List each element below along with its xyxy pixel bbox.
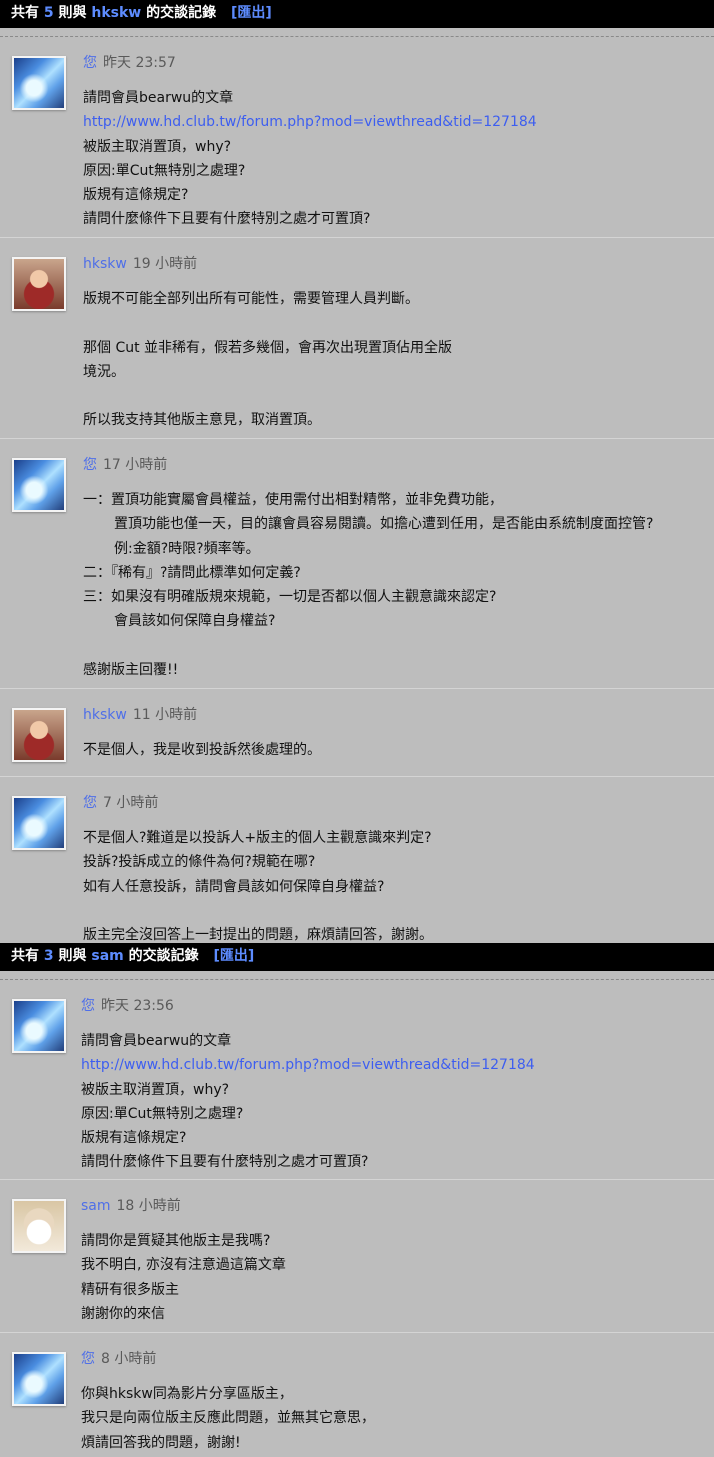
message-item: 您昨天 23:57 請問會員bearwu的文章 http://www.hd.cl…	[0, 37, 714, 238]
message-line: 版規有這條規定?	[83, 187, 189, 204]
conversation-section-sam: 共有 3 則與 sam 的交談記錄 [匯出] 您昨天 23:56 請問會員bea…	[0, 943, 714, 1455]
message-line: 如有人任意投訴，請問會員該如何保障自身權益?	[83, 878, 385, 895]
message-time: 7 小時前	[103, 795, 159, 811]
message-line: 境況。	[83, 363, 125, 380]
message-time: 19 小時前	[132, 256, 198, 272]
conversation-section-hkskw: 共有 5 則與 hkskw 的交談記錄 [匯出] 您昨天 23:57 請問會員b…	[0, 0, 714, 943]
message-line: 你與hkskw同為影片分享區版主，	[81, 1386, 293, 1402]
message-line: 請問什麼條件下且要有什麼特別之處才可置頂?	[81, 1154, 369, 1171]
message-line: 感謝版主回覆!!	[83, 662, 179, 679]
message-item: sam 18 小時前 請問你是質疑其他版主是我嗎? 我不明白, 亦沒有注意過這篇文…	[0, 1180, 714, 1333]
conversation-header: 共有 5 則與 hkskw 的交談記錄 [匯出]	[0, 0, 714, 28]
message-line: 謝謝你的來信	[81, 1305, 165, 1322]
message-line: 三：如果沒有明確版規來規範，一切是否都以個人主觀意識來認定?	[83, 589, 497, 606]
avatar[interactable]	[12, 458, 66, 512]
sender-name[interactable]: hkskw	[83, 707, 127, 723]
message-line: 煩請回答我的問題，謝謝!	[81, 1434, 241, 1451]
message-line: 原因:單Cut無特別之處理?	[83, 162, 246, 179]
message-time: 18 小時前	[116, 1198, 181, 1214]
message-count: 3	[43, 948, 54, 964]
message-line: 一：置頂功能實屬會員權益，使用需付出相對精幣，並非免費功能，	[83, 492, 503, 508]
sender-name[interactable]: hkskw	[83, 256, 127, 272]
export-link[interactable]: [匯出]	[214, 948, 255, 964]
sender-name[interactable]: 您	[81, 998, 95, 1014]
sender-name[interactable]: sam	[81, 1198, 111, 1214]
message-line: 所以我支持其他版主意見，取消置頂。	[83, 412, 321, 429]
message-item: 您昨天 23:56 請問會員bearwu的文章 http://www.hd.cl…	[0, 980, 714, 1180]
message-line: 我只是向兩位版主反應此問題，並無其它意思，	[81, 1410, 375, 1427]
message-line: 請問會員bearwu的文章	[81, 1033, 232, 1049]
message-line: 被版主取消置頂，why?	[81, 1081, 230, 1098]
avatar[interactable]	[12, 1352, 66, 1406]
message-item: 您 7 小時前 不是個人?難道是以投訴人+版主的個人主觀意識來判定? 投訴?投訴成…	[0, 777, 714, 948]
message-time: 昨天 23:57	[103, 55, 176, 71]
message-item: 您 8 小時前 你與hkskw同為影片分享區版主， 我只是向兩位版主反應此問題，並…	[0, 1333, 714, 1457]
avatar[interactable]	[12, 56, 66, 110]
message-item: hkskw 19 小時前 版規不可能全部列出所有可能性，需要管理人員判斷。 那個 …	[0, 238, 714, 439]
message-count: 5	[43, 5, 54, 21]
header-suffix: 的交談記錄	[128, 948, 199, 964]
message-time: 17 小時前	[103, 457, 168, 473]
message-link[interactable]: http://www.hd.club.tw/forum.php?mod=view…	[83, 110, 706, 134]
conversation-user-link[interactable]: hkskw	[91, 5, 141, 21]
message-line: 被版主取消置頂，why?	[83, 138, 232, 155]
conversation-user-link[interactable]: sam	[91, 948, 123, 964]
message-line: 我不明白, 亦沒有注意過這篇文章	[81, 1257, 286, 1274]
header-mid: 則與	[58, 948, 87, 964]
avatar[interactable]	[12, 257, 66, 311]
message-line: 例:金額?時限?頻率等。	[114, 540, 260, 557]
sender-name[interactable]: 您	[83, 457, 97, 473]
avatar[interactable]	[12, 1199, 66, 1253]
message-time: 昨天 23:56	[101, 998, 174, 1014]
header-prefix: 共有	[11, 948, 39, 964]
message-time: 8 小時前	[101, 1351, 157, 1367]
message-line: 請問你是質疑其他版主是我嗎?	[81, 1233, 271, 1249]
message-line: 投訴?投訴成立的條件為何?規範在哪?	[83, 854, 316, 871]
message-line: 版規不可能全部列出所有可能性，需要管理人員判斷。	[83, 291, 419, 307]
message-line: 不是個人，我是收到投訴然後處理的。	[83, 742, 321, 758]
message-line: 版規有這條規定?	[81, 1130, 187, 1147]
conversation-header: 共有 3 則與 sam 的交談記錄 [匯出]	[0, 943, 714, 971]
message-line: 不是個人?難道是以投訴人+版主的個人主觀意識來判定?	[83, 830, 432, 846]
message-line: 置頂功能也僅一天，目的讓會員容易閱讀。如擔心遭到任用，是否能由系統制度面控管?	[114, 516, 654, 533]
avatar[interactable]	[12, 796, 66, 850]
message-line: 請問會員bearwu的文章	[83, 90, 234, 106]
sender-name[interactable]: 您	[81, 1351, 95, 1367]
message-line: 那個 Cut 並非稀有，假若多幾個，會再次出現置頂佔用全版	[83, 339, 453, 356]
message-item: hkskw 11 小時前 不是個人，我是收到投訴然後處理的。	[0, 689, 714, 777]
sender-name[interactable]: 您	[83, 55, 97, 71]
message-item: 您 17 小時前 一：置頂功能實屬會員權益，使用需付出相對精幣，並非免費功能， 置…	[0, 439, 714, 689]
message-time: 11 小時前	[132, 707, 198, 723]
message-line: 二：『稀有』?請問此標準如何定義?	[83, 564, 301, 581]
message-line: 會員該如何保障自身權益?	[114, 613, 276, 630]
export-link[interactable]: [匯出]	[231, 5, 272, 21]
message-line: 原因:單Cut無特別之處理?	[81, 1105, 244, 1122]
message-line: 請問什麼條件下且要有什麼特別之處才可置頂?	[83, 211, 371, 228]
header-suffix: 的交談記錄	[146, 5, 217, 21]
sender-name[interactable]: 您	[83, 795, 97, 811]
header-mid: 則與	[58, 5, 87, 21]
message-link[interactable]: http://www.hd.club.tw/forum.php?mod=view…	[81, 1053, 706, 1077]
avatar[interactable]	[12, 999, 66, 1053]
avatar[interactable]	[12, 708, 66, 762]
header-prefix: 共有	[11, 5, 39, 21]
message-line: 精研有很多版主	[81, 1281, 179, 1298]
